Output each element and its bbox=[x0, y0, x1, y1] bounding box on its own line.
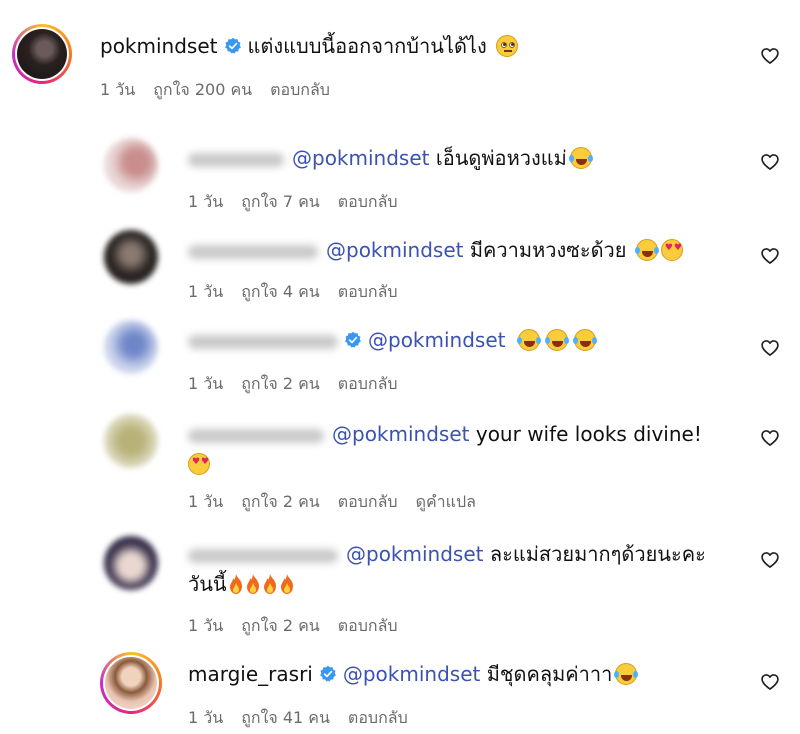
comment-time: 1 วัน bbox=[188, 374, 224, 393]
mention-link[interactable]: @pokmindset bbox=[343, 662, 481, 686]
see-translation-button[interactable]: ดูคำแปล bbox=[416, 492, 476, 511]
verified-badge-icon bbox=[224, 37, 242, 55]
reply-button[interactable]: ตอบกลับ bbox=[338, 192, 398, 211]
avatar[interactable] bbox=[104, 414, 158, 468]
comment-meta: 1 วัน ถูกใจ 200 คน ตอบกลับ bbox=[100, 78, 348, 103]
heart-outline-icon[interactable] bbox=[760, 550, 780, 570]
username-blurred[interactable] bbox=[188, 428, 324, 443]
comment-text-line: @pokmindset ละแม่สวยมากๆด้วยนะคะ bbox=[188, 540, 706, 568]
fire-emoji-icon bbox=[228, 573, 244, 595]
reply-button[interactable]: ตอบกลับ bbox=[338, 492, 398, 511]
likes-count-button[interactable]: ถูกใจ 200 คน bbox=[153, 80, 252, 99]
comment-item: @pokmindset 1 วัน ถูกใจ 2 คน ตอบกลับ bbox=[0, 304, 800, 394]
heart-outline-icon[interactable] bbox=[760, 672, 780, 692]
username-blurred[interactable] bbox=[188, 244, 318, 259]
reply-button[interactable]: ตอบกลับ bbox=[338, 374, 398, 393]
fire-emoji-icon bbox=[262, 573, 278, 595]
likes-count-button[interactable]: ถูกใจ 7 คน bbox=[241, 192, 320, 211]
comment-text: เอ็นดูพ่อหวงแม่ bbox=[435, 146, 567, 170]
likes-count-button[interactable]: ถูกใจ 2 คน bbox=[241, 374, 320, 393]
likes-count-button[interactable]: ถูกใจ 41 คน bbox=[241, 708, 330, 727]
likes-count-button[interactable]: ถูกใจ 2 คน bbox=[241, 492, 320, 511]
likes-count-button[interactable]: ถูกใจ 2 คน bbox=[241, 616, 320, 635]
comment-meta: 1 วัน ถูกใจ 2 คน ตอบกลับ bbox=[188, 614, 416, 639]
comment-text: ละแม่สวยมากๆด้วยนะคะ bbox=[489, 542, 706, 566]
tears-of-joy-emoji-icon bbox=[516, 329, 541, 351]
comment-text-line: margie_rasri @pokmindset มีชุดคลุมค่าาา bbox=[188, 660, 639, 688]
comment-item: @pokmindset ละแม่สวยมากๆด้วยนะคะ วันนี้ … bbox=[0, 518, 800, 648]
heart-outline-icon[interactable] bbox=[760, 46, 780, 66]
fire-emoji-icon bbox=[245, 573, 261, 595]
comment-time: 1 วัน bbox=[100, 80, 136, 99]
username-blurred[interactable] bbox=[188, 548, 338, 563]
tears-of-joy-emoji-icon bbox=[634, 239, 659, 261]
avatar[interactable] bbox=[104, 138, 158, 192]
comment-time: 1 วัน bbox=[188, 282, 224, 301]
avatar[interactable] bbox=[104, 536, 158, 590]
comment-text-line: pokmindset แต่งแบบนี้ออกจากบ้านได้ไง bbox=[100, 32, 519, 60]
comment-text-line: @pokmindset bbox=[188, 326, 597, 354]
comment-meta: 1 วัน ถูกใจ 41 คน ตอบกลับ bbox=[188, 706, 426, 731]
reply-button[interactable]: ตอบกลับ bbox=[270, 80, 330, 99]
tears-of-joy-emoji-icon bbox=[568, 147, 593, 169]
comment-meta: 1 วัน ถูกใจ 2 คน ตอบกลับ ดูคำแปล bbox=[188, 490, 494, 515]
comment-text-line: @pokmindset your wife looks divine! bbox=[188, 420, 702, 448]
tears-of-joy-emoji-icon bbox=[544, 329, 569, 351]
reply-button[interactable]: ตอบกลับ bbox=[338, 616, 398, 635]
comment-item: pokmindset แต่งแบบนี้ออกจากบ้านได้ไง 1 วั… bbox=[0, 0, 800, 120]
avatar[interactable] bbox=[104, 230, 158, 284]
comment-item: @pokmindset เอ็นดูพ่อหวงแม่ 1 วัน ถูกใจ 7… bbox=[0, 120, 800, 212]
comment-time: 1 วัน bbox=[188, 492, 224, 511]
verified-badge-icon bbox=[344, 331, 362, 349]
comment-item: margie_rasri @pokmindset มีชุดคลุมค่าาา 1… bbox=[0, 648, 800, 734]
reply-button[interactable]: ตอบกลับ bbox=[348, 708, 408, 727]
comment-item: @pokmindset your wife looks divine! ♥ ♥ 1… bbox=[0, 394, 800, 518]
comment-text: มีชุดคลุมค่าาา bbox=[486, 662, 613, 686]
username[interactable]: margie_rasri bbox=[188, 662, 313, 686]
heart-outline-icon[interactable] bbox=[760, 246, 780, 266]
avatar[interactable] bbox=[100, 652, 162, 714]
likes-count-button[interactable]: ถูกใจ 4 คน bbox=[241, 282, 320, 301]
tears-of-joy-emoji-icon bbox=[614, 663, 639, 685]
username[interactable]: pokmindset bbox=[100, 34, 218, 58]
comment-text-line-2: ♥ ♥ bbox=[188, 450, 210, 478]
comment-text-line-2: วันนี้ bbox=[188, 570, 295, 598]
mention-link[interactable]: @pokmindset bbox=[346, 542, 484, 566]
comment-text-continued: วันนี้ bbox=[188, 572, 227, 596]
comment-time: 1 วัน bbox=[188, 192, 224, 211]
comment-item: @pokmindset มีความหวงซะด้วย ♥ ♥ 1 วัน ถูกใ… bbox=[0, 212, 800, 304]
heart-outline-icon[interactable] bbox=[760, 428, 780, 448]
username-blurred[interactable] bbox=[188, 334, 338, 349]
avatar[interactable] bbox=[104, 320, 158, 374]
heart-outline-icon[interactable] bbox=[760, 338, 780, 358]
mention-link[interactable]: @pokmindset bbox=[326, 238, 464, 262]
avatar[interactable] bbox=[12, 24, 72, 84]
comment-text: your wife looks divine! bbox=[475, 422, 702, 446]
verified-badge-icon bbox=[319, 665, 337, 683]
heart-eyes-emoji-icon: ♥ ♥ bbox=[188, 453, 210, 475]
fire-emoji-icon bbox=[279, 573, 295, 595]
username-blurred[interactable] bbox=[188, 152, 284, 167]
tears-of-joy-emoji-icon bbox=[572, 329, 597, 351]
rolling-eyes-emoji-icon bbox=[496, 35, 519, 57]
comment-time: 1 วัน bbox=[188, 708, 224, 727]
mention-link[interactable]: @pokmindset bbox=[368, 328, 506, 352]
heart-outline-icon[interactable] bbox=[760, 152, 780, 172]
comment-text: แต่งแบบนี้ออกจากบ้านได้ไง bbox=[247, 34, 487, 58]
comment-text-line: @pokmindset เอ็นดูพ่อหวงแม่ bbox=[188, 144, 593, 172]
reply-button[interactable]: ตอบกลับ bbox=[338, 282, 398, 301]
heart-eyes-emoji-icon: ♥ ♥ bbox=[660, 239, 683, 261]
comment-meta: 1 วัน ถูกใจ 4 คน ตอบกลับ bbox=[188, 280, 416, 305]
comment-text-line: @pokmindset มีความหวงซะด้วย ♥ ♥ bbox=[188, 236, 683, 264]
comment-time: 1 วัน bbox=[188, 616, 224, 635]
comment-text: มีความหวงซะด้วย bbox=[469, 238, 627, 262]
mention-link[interactable]: @pokmindset bbox=[292, 146, 430, 170]
mention-link[interactable]: @pokmindset bbox=[332, 422, 470, 446]
